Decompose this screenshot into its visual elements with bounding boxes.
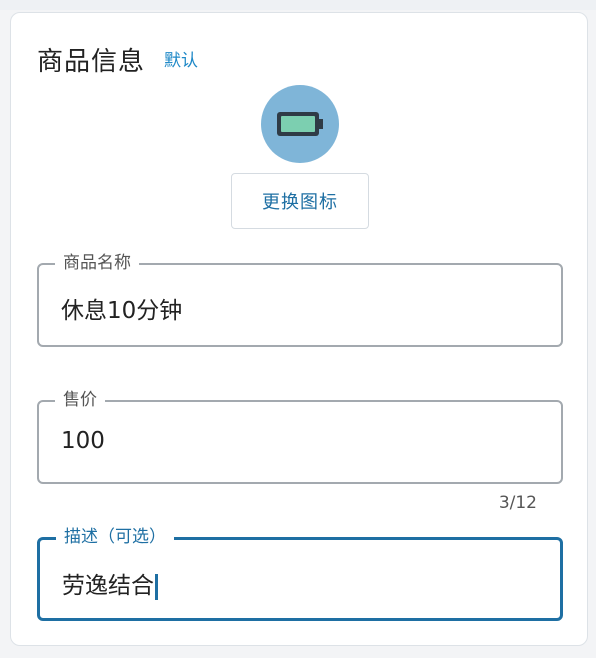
description-field[interactable]: 描述（可选） 劳逸结合: [37, 525, 563, 621]
price-field[interactable]: 售价 100: [37, 388, 563, 484]
description-input[interactable]: 劳逸结合: [62, 566, 158, 600]
text-caret: [155, 573, 158, 600]
product-name-field[interactable]: 商品名称 休息10分钟: [37, 251, 563, 347]
section-title: 商品信息: [37, 47, 146, 77]
change-icon-button[interactable]: 更换图标: [231, 173, 369, 229]
product-icon-preview: [261, 85, 339, 163]
price-char-counter: 3/12: [498, 493, 537, 513]
default-badge[interactable]: 默认: [164, 46, 198, 71]
product-name-label: 商品名称: [55, 251, 139, 275]
price-label: 售价: [55, 388, 105, 412]
description-label: 描述（可选）: [56, 525, 174, 549]
description-value: 劳逸结合: [62, 573, 154, 599]
product-name-value: 休息10分钟: [61, 298, 183, 324]
top-edge: [0, 0, 596, 10]
price-value: 100: [61, 428, 105, 454]
product-info-card: 商品信息 默认 更换图标 商品名称 休息10分钟 售价 100 3/12 描述（…: [10, 12, 588, 646]
battery-icon: [277, 112, 323, 136]
